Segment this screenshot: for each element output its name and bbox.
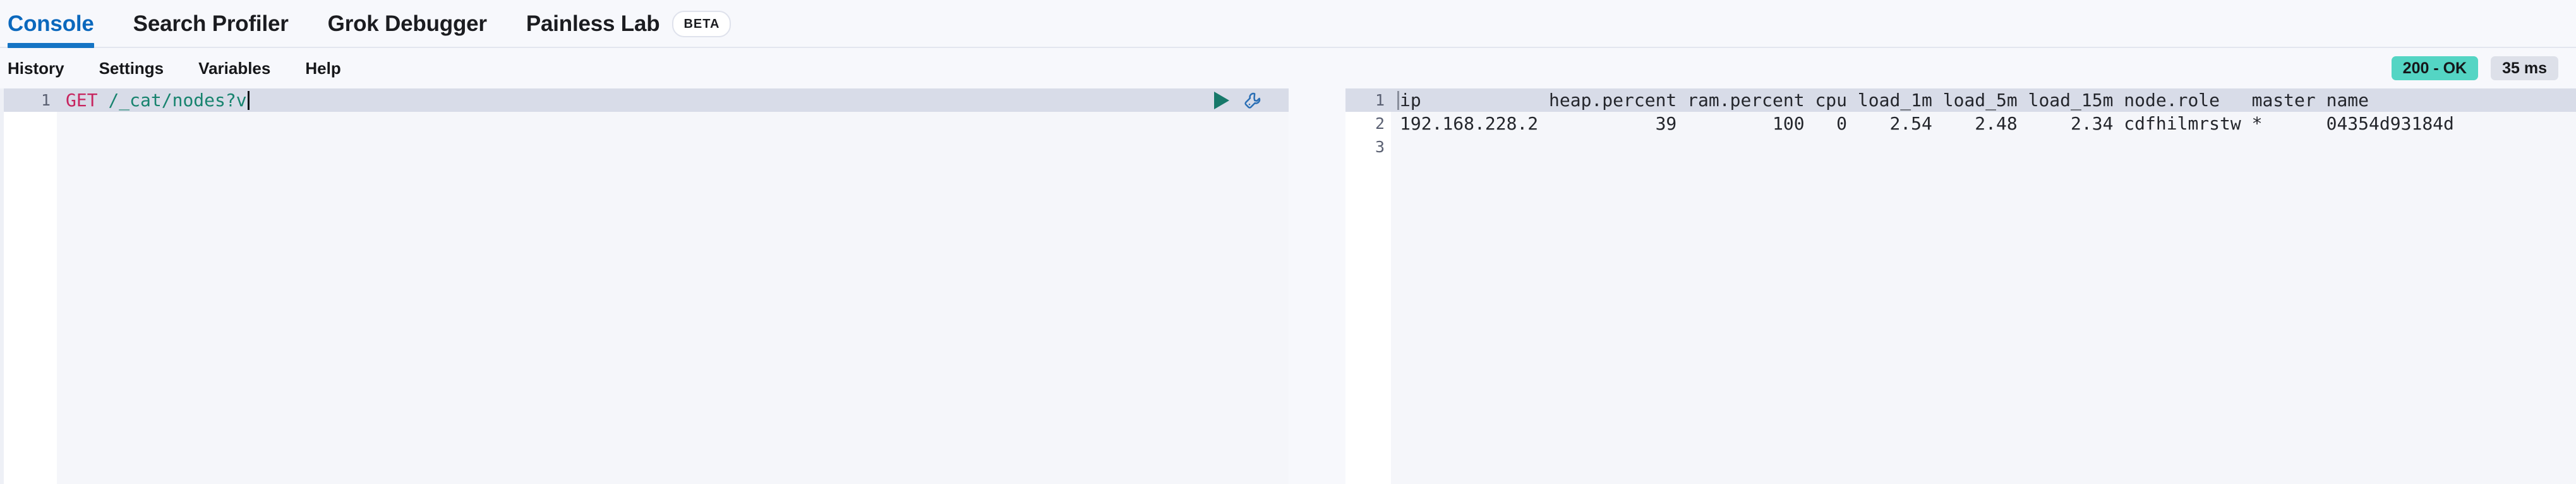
tab-search-profiler-label: Search Profiler <box>133 11 289 36</box>
output-data-line: 192.168.228.2 39 100 0 2.54 2.48 2.34 cd… <box>1400 113 2454 134</box>
wrench-glyph <box>1244 92 1261 109</box>
output-gutter: 1 2 3 <box>1345 88 1391 484</box>
editor-gutter: 1 <box>4 88 57 484</box>
tab-painless-lab[interactable]: Painless Lab BETA <box>526 0 731 48</box>
tab-search-profiler[interactable]: Search Profiler <box>133 0 289 48</box>
tab-console-label: Console <box>8 11 94 36</box>
response-status-group: 200 - OK 35 ms <box>2391 48 2558 88</box>
status-badge: 200 - OK <box>2391 56 2479 80</box>
tab-list: Console Search Profiler Grok Debugger Pa… <box>0 0 770 48</box>
output-gutter-line: 2 <box>1345 112 1391 135</box>
toolbar-item-help[interactable]: Help <box>305 59 340 78</box>
output-line-number: 1 <box>1375 91 1385 109</box>
beta-badge: BETA <box>672 11 731 37</box>
console-toolbar: History Settings Variables Help 200 - OK… <box>0 48 2576 88</box>
request-method: GET <box>66 90 98 111</box>
console-toolbar-menu: History Settings Variables Help <box>8 48 376 88</box>
output-gutter-line: 1 <box>1345 88 1391 112</box>
play-triangle <box>1214 91 1229 109</box>
editor-body[interactable]: GET /_cat/nodes?v <box>57 88 1289 484</box>
primary-tab-bar: Console Search Profiler Grok Debugger Pa… <box>0 0 2576 48</box>
tab-active-underline <box>8 43 94 48</box>
output-text-cursor <box>1397 91 1399 110</box>
editor-action-icons <box>1214 90 1262 111</box>
text-cursor <box>247 91 250 110</box>
play-icon[interactable] <box>1214 91 1229 109</box>
editor-line-number: 1 <box>40 91 51 109</box>
response-output-pane[interactable]: 1 2 3 ip heap.percent ram.percent cpu lo… <box>1345 88 2576 484</box>
toolbar-item-history[interactable]: History <box>8 59 64 78</box>
output-line-number: 2 <box>1375 114 1385 133</box>
tab-grok-debugger-label: Grok Debugger <box>327 11 487 36</box>
output-line-number: 3 <box>1375 138 1385 156</box>
tab-console[interactable]: Console <box>8 0 94 48</box>
toolbar-item-variables[interactable]: Variables <box>198 59 270 78</box>
response-time-badge: 35 ms <box>2491 56 2558 80</box>
output-header-line: ip heap.percent ram.percent cpu load_1m … <box>1400 90 2369 111</box>
request-editor-pane[interactable]: 1 GET /_cat/nodes?v <box>0 88 1289 484</box>
editor-request-line: GET /_cat/nodes?v <box>66 88 250 112</box>
output-body[interactable]: ip heap.percent ram.percent cpu load_1m … <box>1391 88 2576 484</box>
toolbar-item-settings[interactable]: Settings <box>99 59 164 78</box>
output-gutter-line: 3 <box>1345 135 1391 159</box>
request-path: /_cat/nodes?v <box>108 90 247 111</box>
request-space <box>98 90 109 111</box>
tab-painless-lab-label: Painless Lab <box>526 11 660 36</box>
wrench-icon[interactable] <box>1243 91 1262 110</box>
tab-grok-debugger[interactable]: Grok Debugger <box>328 0 487 48</box>
console-split-panes: 1 GET /_cat/nodes?v 1 2 3 ip heap.percen… <box>0 88 2576 484</box>
editor-gutter-line: 1 <box>4 88 57 112</box>
